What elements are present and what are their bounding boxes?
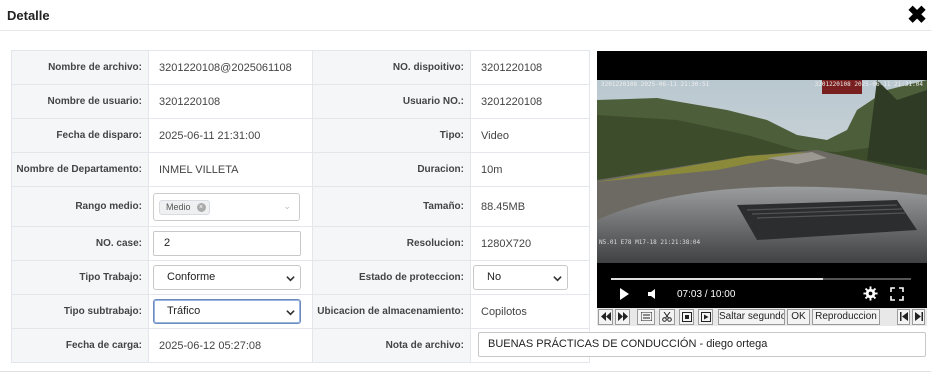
remove-tag-icon[interactable]: × <box>196 202 206 212</box>
no-case-input[interactable]: 2 <box>153 231 301 256</box>
video-frame <box>597 80 927 263</box>
rango-medio-select[interactable]: Medio × ⌄ <box>153 192 300 221</box>
value-tamano: 88.45MB <box>470 186 590 227</box>
video-progress-fill <box>611 278 823 280</box>
label-resolucion: Resolucion: <box>312 226 471 261</box>
snapshot-icon[interactable] <box>679 309 694 325</box>
nota-archivo-input[interactable]: BUENAS PRÁCTICAS DE CONDUCCIÓN - diego o… <box>478 332 926 357</box>
chevron-down-icon: ⌄ <box>283 200 291 211</box>
value-duracion: 10m <box>470 152 590 187</box>
rewind-icon[interactable] <box>598 309 613 325</box>
rango-medio-tag-label: Medio <box>166 201 191 212</box>
label-estado-proteccion: Estado de proteccion: <box>312 260 471 295</box>
footer-divider <box>0 371 931 372</box>
label-usuario-no: Usuario NO.: <box>312 84 471 119</box>
label-nota-archivo: Nota de archivo: <box>312 328 471 363</box>
value-usuario-no: 3201220108 <box>470 84 590 119</box>
no-case-cell: 2 <box>148 226 313 261</box>
rango-medio-tag: Medio × <box>159 199 210 215</box>
tipo-subtrabajo-value: Tráfico <box>167 305 201 317</box>
tipo-trabajo-value: Conforme <box>167 271 216 283</box>
playback-control-bar: Saltar segundo OK Reproduccion <box>597 308 927 326</box>
label-tipo-trabajo: Tipo Trabajo: <box>11 260 149 295</box>
dialog-title: Detalle <box>7 8 50 23</box>
tipo-subtrabajo-cell: Tráfico <box>148 294 313 329</box>
fast-forward-icon[interactable] <box>615 309 630 325</box>
chevron-down-icon <box>286 310 295 316</box>
value-resolucion: 1280X720 <box>470 226 590 261</box>
table-row: Tipo subtrabajo: Tráfico Ubicacion de al… <box>11 294 590 329</box>
chevron-down-icon <box>286 276 295 282</box>
label-nombre-usuario: Nombre de usuario: <box>11 84 149 119</box>
rango-medio-cell: Medio × ⌄ <box>148 186 313 227</box>
value-nombre-departamento: INMEL VILLETA <box>148 152 313 187</box>
value-tipo: Video <box>470 118 590 153</box>
video-overlay-right: 3201220108 2025-06-11 21:31:04 <box>814 81 923 88</box>
table-row: Nombre de Departamento: INMEL VILLETA Du… <box>11 152 590 187</box>
video-time: 07:03 / 10:00 <box>677 289 736 300</box>
label-no-dispositivo: NO. dispoitivo: <box>312 50 471 85</box>
value-fecha-carga: 2025-06-12 05:27:08 <box>148 328 313 363</box>
volume-icon[interactable] <box>646 287 660 301</box>
playback-button[interactable]: Reproduccion <box>812 309 880 325</box>
value-no-dispositivo: 3201220108 <box>470 50 590 85</box>
tipo-subtrabajo-select[interactable]: Tráfico <box>153 299 301 324</box>
close-icon[interactable]: ✖ <box>905 4 929 28</box>
play-icon[interactable] <box>617 287 631 301</box>
tipo-trabajo-select[interactable]: Conforme <box>153 265 301 290</box>
video-overlay-left: 3201220108 2025-06-11 21:30:51 <box>601 81 710 88</box>
tipo-trabajo-cell: Conforme <box>148 260 313 295</box>
dialog-header: Detalle ✖ <box>0 0 931 31</box>
gear-icon[interactable] <box>863 286 878 301</box>
skip-seconds-button[interactable]: Saltar segundo <box>718 309 785 325</box>
value-fecha-disparo: 2025-06-11 21:31:00 <box>148 118 313 153</box>
table-row: Tipo Trabajo: Conforme Estado de protecc… <box>11 260 590 295</box>
video-overlay-mid: N5.01 E78 M17-18 21:21:38:04 <box>599 239 701 246</box>
skip-start-icon[interactable] <box>897 309 910 325</box>
table-row: Rango medio: Medio × ⌄ Tamaño: 88.45MB <box>11 186 590 227</box>
ok-button[interactable]: OK <box>787 309 810 325</box>
value-ubicacion: Copilotos <box>470 294 590 329</box>
label-ubicacion: Ubicacion de almacenamiento: <box>312 294 471 329</box>
table-row: NO. case: 2 Resolucion: 1280X720 <box>11 226 590 261</box>
estado-proteccion-value: No <box>487 271 502 283</box>
label-no-case: NO. case: <box>11 226 149 261</box>
skip-end-icon[interactable] <box>912 309 925 325</box>
chevron-down-icon <box>553 276 562 282</box>
value-nombre-usuario: 3201220108 <box>148 84 313 119</box>
table-row: Nombre de usuario: 3201220108 Usuario NO… <box>11 84 590 119</box>
detail-table: Nombre de archivo: 3201220108@2025061108… <box>11 50 590 363</box>
label-nombre-archivo: Nombre de archivo: <box>11 50 149 85</box>
label-tipo: Tipo: <box>312 118 471 153</box>
cut-icon[interactable] <box>659 309 675 325</box>
label-tipo-subtrabajo: Tipo subtrabajo: <box>11 294 149 329</box>
fullscreen-icon[interactable] <box>890 287 904 301</box>
label-nombre-departamento: Nombre de Departamento: <box>11 152 149 187</box>
table-row: Fecha de disparo: 2025-06-11 21:31:00 Ti… <box>11 118 590 153</box>
label-rango-medio: Rango medio: <box>11 186 149 227</box>
value-nombre-archivo: 3201220108@2025061108 <box>148 50 313 85</box>
list-icon[interactable] <box>637 309 655 325</box>
table-row: Nombre de archivo: 3201220108@2025061108… <box>11 50 590 85</box>
label-duracion: Duracion: <box>312 152 471 187</box>
video-player[interactable]: 3201220108 2025-06-11 21:30:51 320122010… <box>597 51 927 308</box>
label-tamano: Tamaño: <box>312 186 471 227</box>
label-fecha-carga: Fecha de carga: <box>11 328 149 363</box>
label-fecha-disparo: Fecha de disparo: <box>11 118 149 153</box>
frame-step-icon[interactable] <box>698 309 713 325</box>
video-progress-bar[interactable] <box>611 278 911 280</box>
estado-proteccion-select[interactable]: No <box>473 265 568 290</box>
estado-proteccion-cell: No <box>470 260 590 295</box>
